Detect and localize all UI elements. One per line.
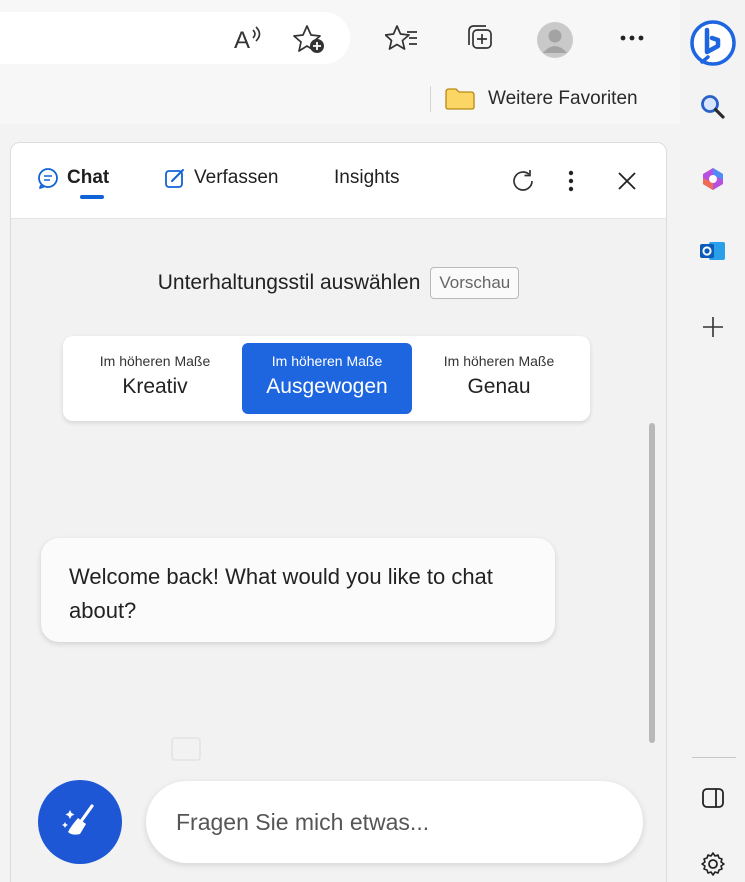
tone-option-ausgewogen[interactable]: Im höheren Maße Ausgewogen (242, 343, 412, 414)
favorites-divider (430, 86, 431, 112)
sidebar-rail (680, 0, 745, 882)
svg-text:A: A (234, 27, 250, 52)
panel-header: Chat Verfassen Insights (11, 143, 666, 219)
assistant-message: Welcome back! What would you like to cha… (41, 538, 555, 642)
settings-icon[interactable] (698, 849, 728, 879)
sidebar-rail-divider (692, 757, 736, 758)
favorites-folder-label[interactable]: Weitere Favoriten (488, 88, 638, 110)
tone-prefix: Im höheren Maße (271, 353, 383, 369)
search-icon[interactable] (698, 92, 728, 122)
tab-insights[interactable]: Insights (334, 167, 399, 189)
chat-bubble-icon (38, 168, 58, 189)
conversation-style-title: Unterhaltungsstil auswählen (157, 271, 421, 294)
favorites-icon[interactable] (384, 22, 420, 54)
tone-label: Genau (467, 375, 531, 398)
chat-input[interactable] (146, 781, 643, 863)
tone-label: Kreativ (122, 375, 188, 398)
conversation-style-selector: Im höheren Maße Kreativ Im höheren Maße … (63, 336, 590, 421)
tab-chat-label: Chat (67, 167, 110, 188)
collections-icon[interactable] (462, 22, 498, 54)
active-tab-indicator (80, 195, 104, 199)
outlook-icon[interactable] (698, 236, 728, 266)
tone-option-kreativ[interactable]: Im höheren Maße Kreativ (70, 343, 240, 414)
tab-verfassen[interactable]: Verfassen (164, 167, 279, 189)
chat-scrollbar[interactable] (649, 423, 655, 743)
sidebar-toggle-icon[interactable] (698, 783, 728, 813)
add-icon[interactable] (698, 312, 728, 342)
close-icon[interactable] (611, 165, 643, 197)
add-favorite-icon[interactable] (292, 22, 328, 56)
tab-insights-label: Insights (334, 167, 400, 188)
bing-copilot-icon[interactable] (688, 18, 738, 68)
panel-more-icon[interactable] (559, 165, 583, 197)
tab-verfassen-label: Verfassen (194, 167, 279, 188)
faded-icon (171, 737, 201, 761)
more-icon[interactable] (614, 22, 650, 54)
preview-badge: Vorschau (430, 267, 520, 299)
tone-prefix: Im höheren Maße (443, 353, 555, 369)
refresh-icon[interactable] (507, 165, 539, 197)
tab-chat[interactable]: Chat (37, 167, 109, 189)
copilot-chat-panel: Chat Verfassen Insights Unterhaltungssti… (10, 142, 667, 882)
profile-avatar[interactable] (535, 20, 575, 60)
conversation-style-header: Unterhaltungsstil auswählen Vorschau (11, 267, 666, 299)
tone-option-genau[interactable]: Im höheren Maße Genau (414, 343, 584, 414)
compose-icon (165, 169, 184, 188)
folder-icon[interactable] (445, 88, 475, 110)
new-topic-button[interactable] (38, 780, 122, 864)
broom-icon (62, 804, 94, 835)
browser-toolbar: A (0, 0, 680, 76)
read-aloud-icon[interactable]: A (230, 22, 266, 54)
tone-prefix: Im höheren Maße (99, 353, 211, 369)
tone-label: Ausgewogen (266, 375, 388, 398)
office-icon[interactable] (698, 164, 728, 194)
